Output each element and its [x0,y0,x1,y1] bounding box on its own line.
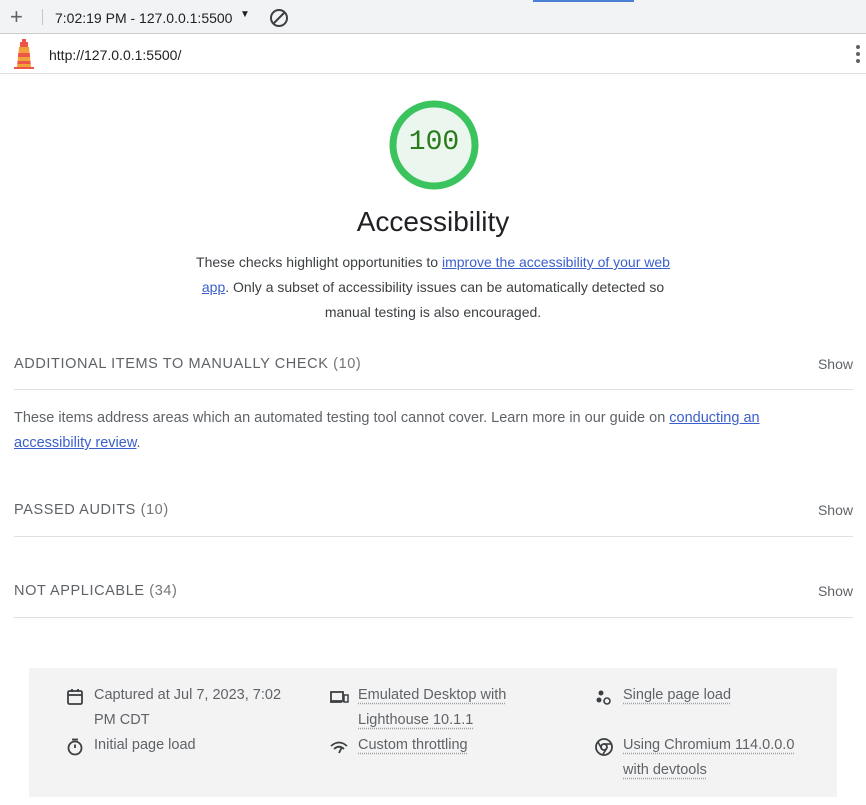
group-count: (34) [149,583,178,599]
devtools-toolbar: + 7:02:19 PM - 127.0.0.1:5500 ▼ [0,0,866,34]
show-toggle[interactable]: Show [818,356,853,372]
report-url: http://127.0.0.1:5500/ [49,47,182,63]
chrome-icon [595,738,613,756]
initial-page-load: Initial page load [65,733,290,758]
group-title: ADDITIONAL ITEMS TO MANUALLY CHECK (10) [14,356,361,372]
initial-load-text: Initial page load [94,737,196,753]
chromium-text[interactable]: Using Chromium 114.0.0.0 with devtools [594,733,809,783]
group-count: (10) [140,502,169,518]
toolbar-divider [42,9,43,25]
group-manual-checks[interactable]: ADDITIONAL ITEMS TO MANUALLY CHECK (10) … [14,350,853,380]
captured-text: Captured at Jul 7, 2023, 7:02 PM CDT [94,687,282,728]
group-count: (10) [333,356,362,372]
divider [14,536,853,537]
group-not-applicable[interactable]: NOT APPLICABLE (34) Show [14,577,853,607]
group-title-text: ADDITIONAL ITEMS TO MANUALLY CHECK [14,356,329,372]
category-desc-text: These checks highlight opportunities to [196,254,442,270]
calendar-icon [67,689,83,705]
throttling: Custom throttling [329,733,559,758]
throttling-text[interactable]: Custom throttling [329,733,559,758]
divider [14,617,853,618]
captured-at: Captured at Jul 7, 2023, 7:02 PM CDT [65,683,290,733]
group-title: NOT APPLICABLE (34) [14,583,177,599]
group-description: These items address areas which an autom… [14,406,804,456]
lighthouse-logo [12,39,36,74]
emulated-device: Emulated Desktop with Lighthouse 10.1.1 [329,683,559,733]
divider [14,389,853,390]
plus-icon[interactable]: + [10,6,23,28]
active-tab-indicator [533,0,634,2]
category-description: These checks highlight opportunities to … [190,250,676,325]
kebab-menu-icon[interactable] [848,43,866,67]
category-title: Accessibility [356,206,510,237]
report-selector[interactable]: 7:02:19 PM - 127.0.0.1:5500 [55,10,232,26]
show-toggle[interactable]: Show [818,502,853,518]
group-passed-audits[interactable]: PASSED AUDITS (10) Show [14,496,853,526]
group-desc-end: . [136,435,141,451]
report-url-bar: http://127.0.0.1:5500/ [0,34,866,74]
caret-down-icon[interactable]: ▼ [240,9,250,20]
runtime-settings: Captured at Jul 7, 2023, 7:02 PM CDT Ini… [29,668,837,797]
emulated-text[interactable]: Emulated Desktop with Lighthouse 10.1.1 [329,683,559,733]
category-desc-rest: . Only a subset of accessibility issues … [225,279,665,320]
wifi-icon [330,741,348,754]
group-title: PASSED AUDITS (10) [14,502,169,518]
stopwatch-icon [67,738,83,756]
score-value: 100 [408,127,460,158]
block-icon[interactable] [269,8,289,33]
show-toggle[interactable]: Show [818,583,853,599]
group-title-text: PASSED AUDITS [14,502,136,518]
group-title-text: NOT APPLICABLE [14,583,145,599]
single-page-load: Single page load [594,683,809,708]
single-load-text[interactable]: Single page load [594,683,809,708]
chromium-version: Using Chromium 114.0.0.0 with devtools [594,733,809,783]
group-desc-text: These items address areas which an autom… [14,410,670,426]
circles-icon [596,690,611,705]
devices-icon [330,691,349,703]
